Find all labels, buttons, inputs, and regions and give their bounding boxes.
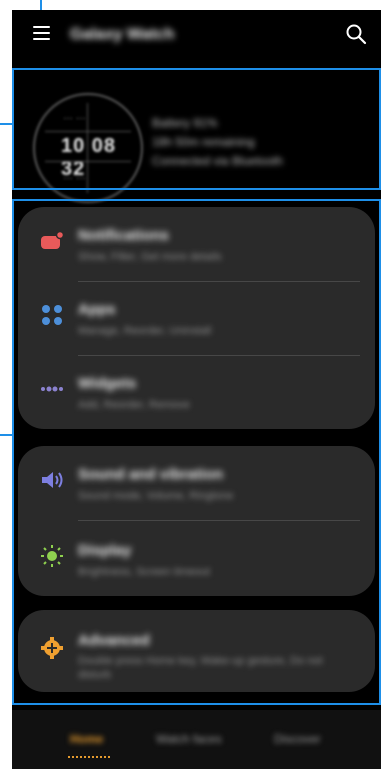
sound-subtitle: Sound mode, Volume, Ringtone [78,490,234,502]
settings-group-1: Notifications Show, Filter, Get more det… [18,207,375,429]
divider [78,520,360,521]
app-title: Galaxy Watch [70,26,175,43]
tab-home[interactable]: Home [70,732,103,746]
apps-title: Apps [78,301,116,318]
notifications-item[interactable]: Notifications Show, Filter, Get more det… [18,207,375,277]
notifications-icon [41,230,64,249]
watch-face-bottom-marks: … … [63,171,86,182]
connection-status: Connected via Bluetooth [152,154,283,168]
display-icon [41,545,63,567]
battery-status: Battery 91% [152,116,218,130]
display-title: Display [78,542,132,559]
sound-title: Sound and vibration [78,466,223,483]
widgets-title: Widgets [78,375,137,392]
display-subtitle: Brightness, Screen timeout [78,566,211,578]
settings-group-2: Sound and vibration Sound mode, Volume, … [18,446,375,596]
advanced-icon [41,637,63,659]
settings-group-3: Advanced Double press Home key, Wake-up … [18,610,375,692]
apps-subtitle: Manage, Reorder, Uninstall [78,325,212,337]
tab-home-indicator [68,756,110,758]
callout-line-middle [0,123,12,125]
apps-icon [42,305,62,325]
phone-screen: Galaxy Watch … … 10 08 32 … … Battery 91… [12,10,381,769]
app-bar: Galaxy Watch [12,10,381,60]
notifications-title: Notifications [78,227,169,244]
tab-watch-faces[interactable]: Watch faces [156,732,222,746]
watch-status: Battery 91% 18h 50m remaining Connected … [152,114,283,171]
tab-discover[interactable]: Discover [274,732,321,746]
remaining-time: 18h 50m remaining [152,135,255,149]
apps-item[interactable]: Apps Manage, Reorder, Uninstall [18,281,375,351]
sound-and-vibration-item[interactable]: Sound and vibration Sound mode, Volume, … [18,446,375,516]
notifications-subtitle: Show, Filter, Get more details [78,251,222,263]
advanced-subtitle: Double press Home key, Wake-up gesture, … [78,655,323,681]
widgets-subtitle: Add, Reorder, Remove [78,399,190,411]
menu-icon[interactable] [33,26,50,40]
advanced-item[interactable]: Advanced Double press Home key, Wake-up … [18,616,375,686]
sound-icon [42,472,63,488]
search-icon[interactable] [345,23,367,45]
callout-line-bottom [0,434,12,436]
watch-face-top-marks: … … [63,111,86,122]
bottom-navigation: Home Watch faces Discover [12,710,381,769]
display-item[interactable]: Display Brightness, Screen timeout [18,522,375,592]
widgets-item[interactable]: Widgets Add, Reorder, Remove [18,355,375,425]
advanced-title: Advanced [78,632,150,649]
widgets-icon [41,386,63,392]
watch-face-preview[interactable]: … … 10 08 32 … … [33,93,143,203]
